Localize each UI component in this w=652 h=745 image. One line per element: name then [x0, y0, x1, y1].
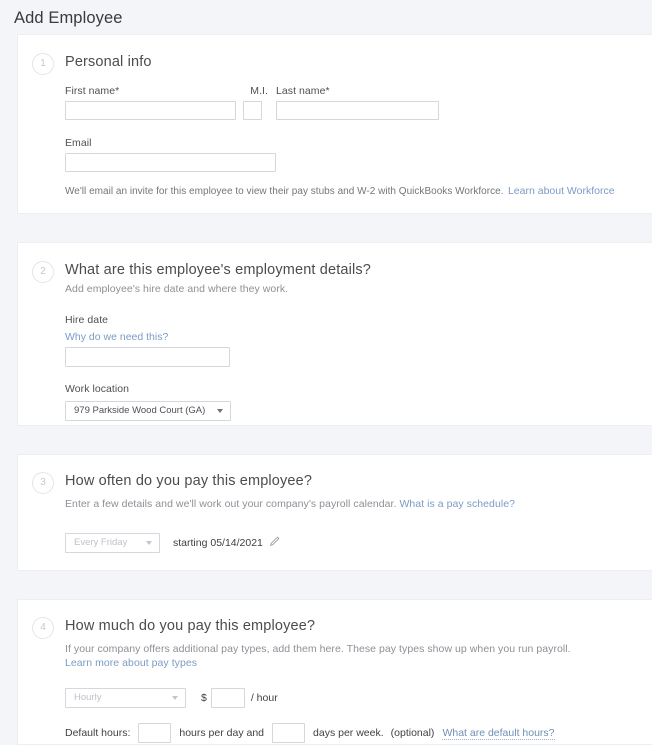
first-name-input[interactable] [65, 101, 236, 120]
work-location-label: Work location [65, 383, 130, 395]
pay-start-date-text: starting 05/14/2021 [173, 537, 263, 549]
middle-initial-input[interactable] [243, 101, 262, 120]
email-input[interactable] [65, 153, 276, 172]
section-title-pay-frequency: How often do you pay this employee? [65, 473, 313, 489]
pay-type-selected-value: Hourly [74, 692, 102, 703]
section-card-pay-amount: 4 How much do you pay this employee? If … [17, 599, 652, 745]
step-number-4: 4 [32, 617, 54, 639]
what-is-a-pay-schedule-link[interactable]: What is a pay schedule? [399, 498, 515, 510]
currency-symbol: $ [201, 692, 207, 704]
pay-rate-input[interactable] [210, 688, 245, 708]
days-per-week-input[interactable] [272, 723, 306, 743]
section-card-employment-details: 2 What are this employee's employment de… [17, 242, 652, 426]
pay-type-select[interactable]: Hourly [65, 688, 186, 708]
first-name-label: First name* [65, 85, 120, 97]
chevron-down-icon [172, 696, 178, 700]
hire-date-label: Hire date [65, 314, 109, 326]
hours-per-day-label: hours per day and [179, 727, 265, 739]
what-are-default-hours-link[interactable]: What are default hours? [442, 727, 555, 740]
step-number-2: 2 [32, 261, 54, 283]
work-location-selected-value: 979 Parkside Wood Court (GA) [74, 405, 206, 416]
pencil-icon[interactable] [269, 534, 280, 552]
days-per-week-label: days per week. [313, 727, 384, 739]
optional-label: (optional) [390, 727, 435, 739]
section-title-employment-details: What are this employee's employment deta… [65, 262, 371, 278]
chevron-down-icon [217, 409, 223, 413]
section-card-personal-info: 1 Personal info First name* M.I. Last na… [17, 34, 652, 214]
last-name-label: Last name* [276, 85, 330, 97]
default-hours-label: Default hours: [65, 727, 131, 739]
per-hour-label: / hour [250, 692, 278, 704]
section-subtitle-employment-details: Add employee's hire date and where they … [65, 283, 289, 295]
pay-frequency-subtitle-text: Enter a few details and we'll work out y… [65, 498, 397, 510]
learn-about-workforce-link[interactable]: Learn about Workforce [508, 185, 615, 197]
workforce-helper-text: We'll email an invite for this employee … [65, 186, 504, 197]
middle-initial-label: M.I. [250, 85, 268, 97]
why-do-we-need-this-link[interactable]: Why do we need this? [65, 330, 636, 344]
step-number-1: 1 [32, 53, 54, 75]
step-number-3: 3 [32, 472, 54, 494]
section-card-pay-frequency: 3 How often do you pay this employee? En… [17, 454, 652, 571]
section-subtitle-pay-frequency: Enter a few details and we'll work out y… [65, 497, 636, 511]
pay-amount-subtitle-text: If your company offers additional pay ty… [65, 643, 571, 655]
learn-more-about-pay-types-link[interactable]: Learn more about pay types [65, 657, 197, 669]
chevron-down-icon [146, 541, 152, 545]
email-label: Email [65, 137, 92, 149]
pay-schedule-select[interactable]: Every Friday [65, 533, 160, 553]
section-title-personal-info: Personal info [65, 54, 152, 70]
hire-date-input[interactable] [65, 347, 230, 367]
page-title: Add Employee [14, 9, 123, 27]
section-title-pay-amount: How much do you pay this employee? [65, 618, 316, 634]
last-name-input[interactable] [276, 101, 439, 120]
work-location-select[interactable]: 979 Parkside Wood Court (GA) [65, 401, 231, 421]
section-subtitle-pay-amount: If your company offers additional pay ty… [65, 642, 575, 670]
hours-per-day-input[interactable] [138, 723, 172, 743]
